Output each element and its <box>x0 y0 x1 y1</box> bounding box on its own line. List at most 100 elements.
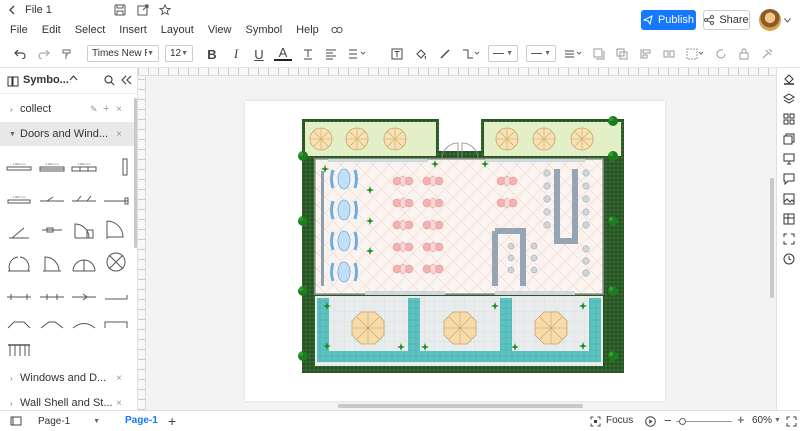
underline-icon[interactable]: U <box>250 45 268 63</box>
shape-door-frame-b[interactable] <box>38 285 66 309</box>
menu-symbol[interactable]: Symbol <box>245 24 282 36</box>
drawing-page[interactable] <box>245 101 665 401</box>
shape-window-single[interactable]: 1,000 mm <box>5 155 33 179</box>
back-chevron-icon[interactable] <box>6 3 18 17</box>
duplicate-icon[interactable] <box>613 45 631 63</box>
rotate-icon[interactable] <box>712 45 730 63</box>
edit-icon[interactable]: ✎ <box>90 104 98 115</box>
collapse-panel-icon[interactable] <box>121 75 132 85</box>
menu-help[interactable]: Help <box>296 24 319 36</box>
format-painter-icon[interactable] <box>58 45 76 63</box>
focus-icon[interactable] <box>589 416 601 427</box>
shape-window-bay-a[interactable] <box>5 313 33 337</box>
shape-window-sliding[interactable]: 1,000 mm <box>70 155 98 179</box>
image-icon[interactable] <box>783 193 795 205</box>
focus-label[interactable]: Focus <box>606 415 633 426</box>
text-box-icon[interactable] <box>388 45 406 63</box>
close-icon[interactable]: × <box>116 129 122 140</box>
lock-icon[interactable] <box>735 45 753 63</box>
line-spacing-icon[interactable] <box>346 45 368 63</box>
text-style-icon[interactable] <box>299 45 317 63</box>
share-button[interactable]: Share <box>703 10 750 30</box>
close-icon[interactable]: × <box>116 398 122 409</box>
bold-icon[interactable]: B <box>203 45 221 63</box>
shape-door-double[interactable] <box>70 250 98 274</box>
shape-window-vertical[interactable] <box>102 155 130 179</box>
font-size-select[interactable]: 12 ▼ <box>165 45 193 62</box>
zoom-in-icon[interactable]: + <box>737 412 745 427</box>
tools-icon[interactable] <box>758 45 776 63</box>
distribute-icon[interactable] <box>660 45 678 63</box>
ai-assistant-icon[interactable] <box>330 23 344 37</box>
zoom-out-icon[interactable]: − <box>664 413 672 428</box>
collapse-up-chevron-icon[interactable] <box>69 75 78 81</box>
shape-door-frame-c[interactable] <box>70 285 98 309</box>
section-wall-shell[interactable]: › Wall Shell and St... × <box>0 391 134 410</box>
publish-button[interactable]: Publish <box>641 10 696 30</box>
table-icon[interactable] <box>783 213 795 225</box>
menu-insert[interactable]: Insert <box>119 24 147 36</box>
save-icon[interactable] <box>113 2 127 18</box>
floor-plan-drawing[interactable] <box>245 101 665 401</box>
star-icon[interactable] <box>158 2 172 18</box>
canvas-area[interactable] <box>138 68 776 410</box>
zoom-level[interactable]: 60% ▼ <box>752 415 782 426</box>
presentation-icon[interactable] <box>783 153 795 165</box>
add-icon[interactable]: + <box>103 103 109 115</box>
export-icon[interactable] <box>136 2 150 18</box>
tab-page-1[interactable]: Page-1 <box>125 415 158 426</box>
fill-bucket-icon[interactable] <box>783 73 795 85</box>
section-windows-and-doors[interactable]: › Windows and D... × <box>0 366 134 390</box>
shape-window-corner[interactable] <box>102 188 130 212</box>
shape-door-revolving[interactable] <box>102 250 130 274</box>
align-objects-icon[interactable] <box>637 45 655 63</box>
menu-select[interactable]: Select <box>75 24 106 36</box>
font-color-icon[interactable]: A <box>274 45 292 61</box>
arrow-style-select[interactable]: ▼ <box>526 45 556 62</box>
shape-window-bay-d[interactable] <box>102 313 130 337</box>
section-collect[interactable]: › collect ✎ + × <box>0 97 134 121</box>
section-doors-and-windows[interactable]: ▼ Doors and Wind... × <box>0 122 134 146</box>
line-weight-icon[interactable] <box>562 45 584 63</box>
shape-door-sliding[interactable] <box>38 218 66 242</box>
connector-icon[interactable] <box>460 45 482 63</box>
play-icon[interactable] <box>644 415 656 427</box>
layers-icon[interactable] <box>783 113 795 125</box>
shape-door-frame-d[interactable] <box>102 285 130 309</box>
add-page-icon[interactable]: + <box>168 413 176 429</box>
menu-edit[interactable]: Edit <box>42 24 61 36</box>
shape-window-double[interactable]: 1,000 mm <box>38 155 66 179</box>
zoom-slider[interactable] <box>676 418 732 425</box>
font-family-select[interactable]: Times New Ro... ▼ <box>87 45 159 62</box>
shape-door-swing[interactable] <box>102 218 130 242</box>
menu-view[interactable]: View <box>208 24 232 36</box>
page-selector[interactable]: Page-1 ▼ <box>38 414 100 429</box>
redo-icon[interactable] <box>35 45 53 63</box>
close-icon[interactable]: × <box>116 104 122 115</box>
align-icon[interactable] <box>322 45 340 63</box>
sidebar-scrollbar[interactable] <box>134 98 137 248</box>
fit-page-icon[interactable] <box>783 233 795 245</box>
menu-layout[interactable]: Layout <box>161 24 194 36</box>
line-color-icon[interactable] <box>436 45 454 63</box>
style-icon[interactable] <box>783 93 795 105</box>
shape-door-double-swing[interactable] <box>70 218 98 242</box>
shape-door-frame-a[interactable] <box>5 285 33 309</box>
zoom-slider-handle[interactable] <box>679 418 686 425</box>
shape-window-bay-c[interactable] <box>70 313 98 337</box>
vertical-scrollbar[interactable] <box>770 178 774 298</box>
avatar-chevron-down-icon[interactable] <box>783 16 791 24</box>
page-view-icon[interactable] <box>10 416 22 426</box>
search-icon[interactable] <box>104 75 115 86</box>
fullscreen-icon[interactable] <box>785 415 797 427</box>
shape-door-single[interactable] <box>38 250 66 274</box>
undo-icon[interactable] <box>11 45 29 63</box>
horizontal-scrollbar[interactable] <box>338 404 583 408</box>
shape-window-pivot[interactable] <box>38 188 66 212</box>
menu-file[interactable]: File <box>10 24 28 36</box>
line-style-select[interactable]: ▼ <box>488 45 518 62</box>
shape-door-pivot[interactable] <box>5 218 33 242</box>
pages-icon[interactable] <box>783 133 795 145</box>
close-icon[interactable]: × <box>116 373 122 384</box>
fill-color-icon[interactable] <box>412 45 430 63</box>
